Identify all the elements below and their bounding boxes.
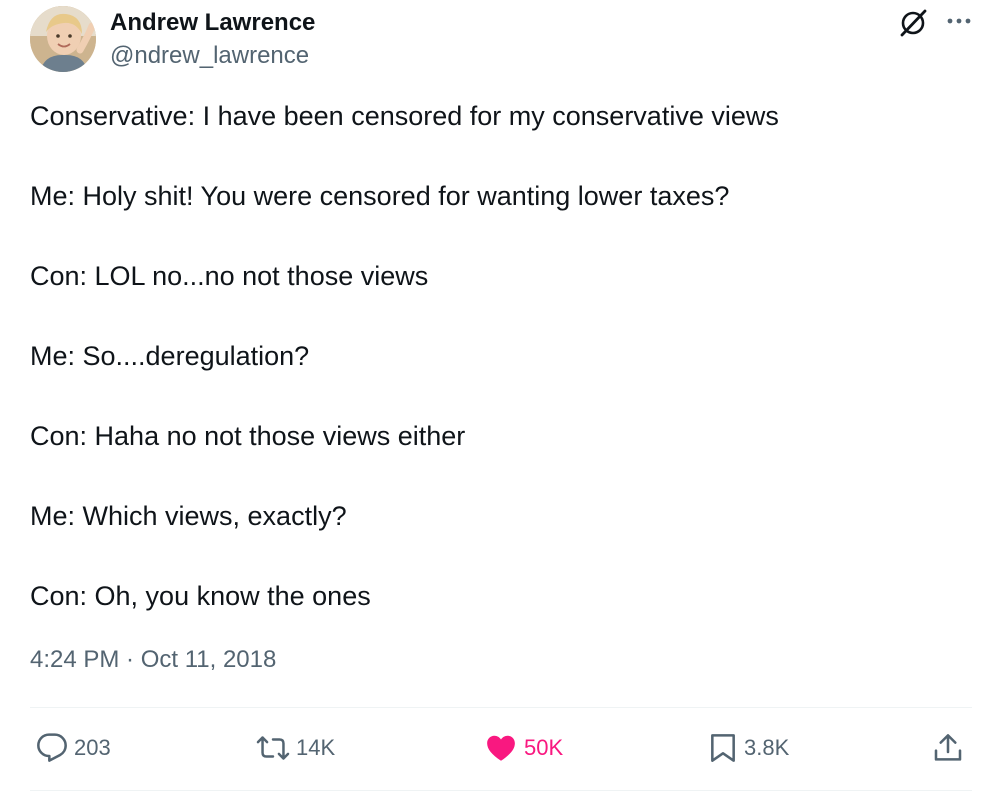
- reply-count: 203: [74, 735, 111, 760]
- retweet-count: 14K: [296, 735, 336, 760]
- like-count: 50K: [524, 735, 564, 760]
- tweet-line: Me: Which views, exactly?: [30, 501, 347, 531]
- heart-icon: [484, 732, 518, 764]
- divider: [30, 790, 972, 791]
- tweet-line: Conservative: I have been censored for m…: [30, 101, 779, 131]
- tweet-text: Conservative: I have been censored for m…: [30, 96, 970, 616]
- divider: [30, 707, 972, 708]
- tweet-line: Con: Haha no not those views either: [30, 421, 466, 451]
- bookmark-count: 3.8K: [744, 735, 790, 760]
- tweet-line: Con: LOL no...no not those views: [30, 261, 429, 291]
- reply-icon: [36, 732, 68, 764]
- retweet-button[interactable]: 14K: [256, 726, 335, 770]
- author-display-name[interactable]: Andrew Lawrence: [110, 8, 315, 38]
- tweet-line: Me: So....deregulation?: [30, 341, 310, 371]
- tweet: Andrew Lawrence @ndrew_lawrence Conserva…: [0, 0, 1000, 797]
- share-icon: [932, 732, 964, 764]
- tweet-line: Me: Holy shit! You were censored for wan…: [30, 181, 730, 211]
- tweet-line: Con: Oh, you know the ones: [30, 581, 371, 611]
- like-button[interactable]: 50K: [484, 726, 563, 770]
- action-bar: 203 14K 50K 3.8K: [0, 726, 1000, 770]
- author-handle[interactable]: @ndrew_lawrence: [110, 41, 309, 71]
- profile-photo-icon: [30, 6, 96, 72]
- reply-button[interactable]: 203: [36, 726, 111, 770]
- grok-icon[interactable]: [896, 6, 930, 40]
- avatar[interactable]: [30, 6, 96, 72]
- more-horizontal-icon[interactable]: [944, 6, 974, 36]
- retweet-icon: [256, 732, 290, 764]
- bookmark-button[interactable]: 3.8K: [708, 726, 789, 770]
- share-button[interactable]: [932, 726, 964, 770]
- bookmark-icon: [708, 732, 738, 764]
- tweet-timestamp[interactable]: 4:24 PM · Oct 11, 2018: [30, 645, 276, 675]
